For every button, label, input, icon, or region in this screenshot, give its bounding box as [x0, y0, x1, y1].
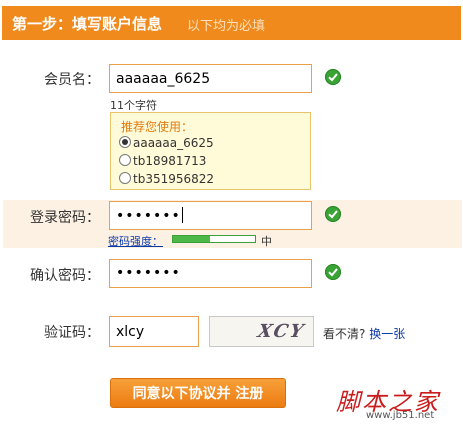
section-subtitle: 以下均为必填	[187, 19, 266, 34]
password-valid-check-icon	[325, 206, 341, 222]
member-valid-check-icon	[325, 69, 341, 85]
member-name-label: 会员名：	[44, 72, 100, 88]
captcha-image-text: XCY	[255, 321, 308, 342]
password-strength-value: 中	[261, 235, 272, 248]
member-name-input[interactable]	[109, 64, 312, 93]
radio-icon[interactable]	[119, 154, 131, 166]
radio-icon[interactable]	[119, 172, 131, 184]
strength-fill	[173, 236, 210, 242]
recommend-option[interactable]: aaaaaa_6625	[119, 136, 214, 150]
watermark-url: www.jb51.net	[366, 410, 435, 421]
password-strength-meter	[172, 235, 256, 243]
confirm-valid-check-icon	[325, 264, 341, 280]
password-strength-label: 密码强度：	[108, 235, 163, 248]
text-cursor	[181, 207, 183, 223]
captcha-help: 看不清? 换一张	[323, 327, 406, 341]
section-title: 第一步：填写账户信息	[12, 15, 163, 33]
site-watermark: 脚本之家 www.jb51.net	[336, 382, 440, 421]
member-char-count: 11个字符	[110, 99, 157, 112]
password-label: 登录密码：	[30, 210, 100, 226]
password-input[interactable]: •••••••	[109, 201, 312, 230]
confirm-password-input[interactable]: •••••••	[109, 259, 312, 288]
refresh-captcha-link[interactable]: 换一张	[369, 327, 405, 341]
recommend-option[interactable]: tb18981713	[119, 154, 206, 168]
section-header: 第一步：填写账户信息 以下均为必填	[2, 6, 461, 40]
recommend-box: 推荐您使用： aaaaaa_6625 tb18981713 tb35195682…	[110, 112, 311, 190]
captcha-image[interactable]: XCY	[209, 316, 314, 347]
captcha-input[interactable]	[109, 316, 199, 347]
confirm-password-label: 确认密码：	[30, 268, 100, 284]
captcha-label: 验证码：	[44, 325, 100, 341]
recommend-title: 推荐您使用：	[121, 120, 194, 134]
recommend-option[interactable]: tb351956822	[119, 172, 214, 186]
agree-register-button[interactable]: 同意以下协议并 注册	[110, 378, 286, 408]
radio-selected-icon[interactable]	[119, 136, 131, 148]
